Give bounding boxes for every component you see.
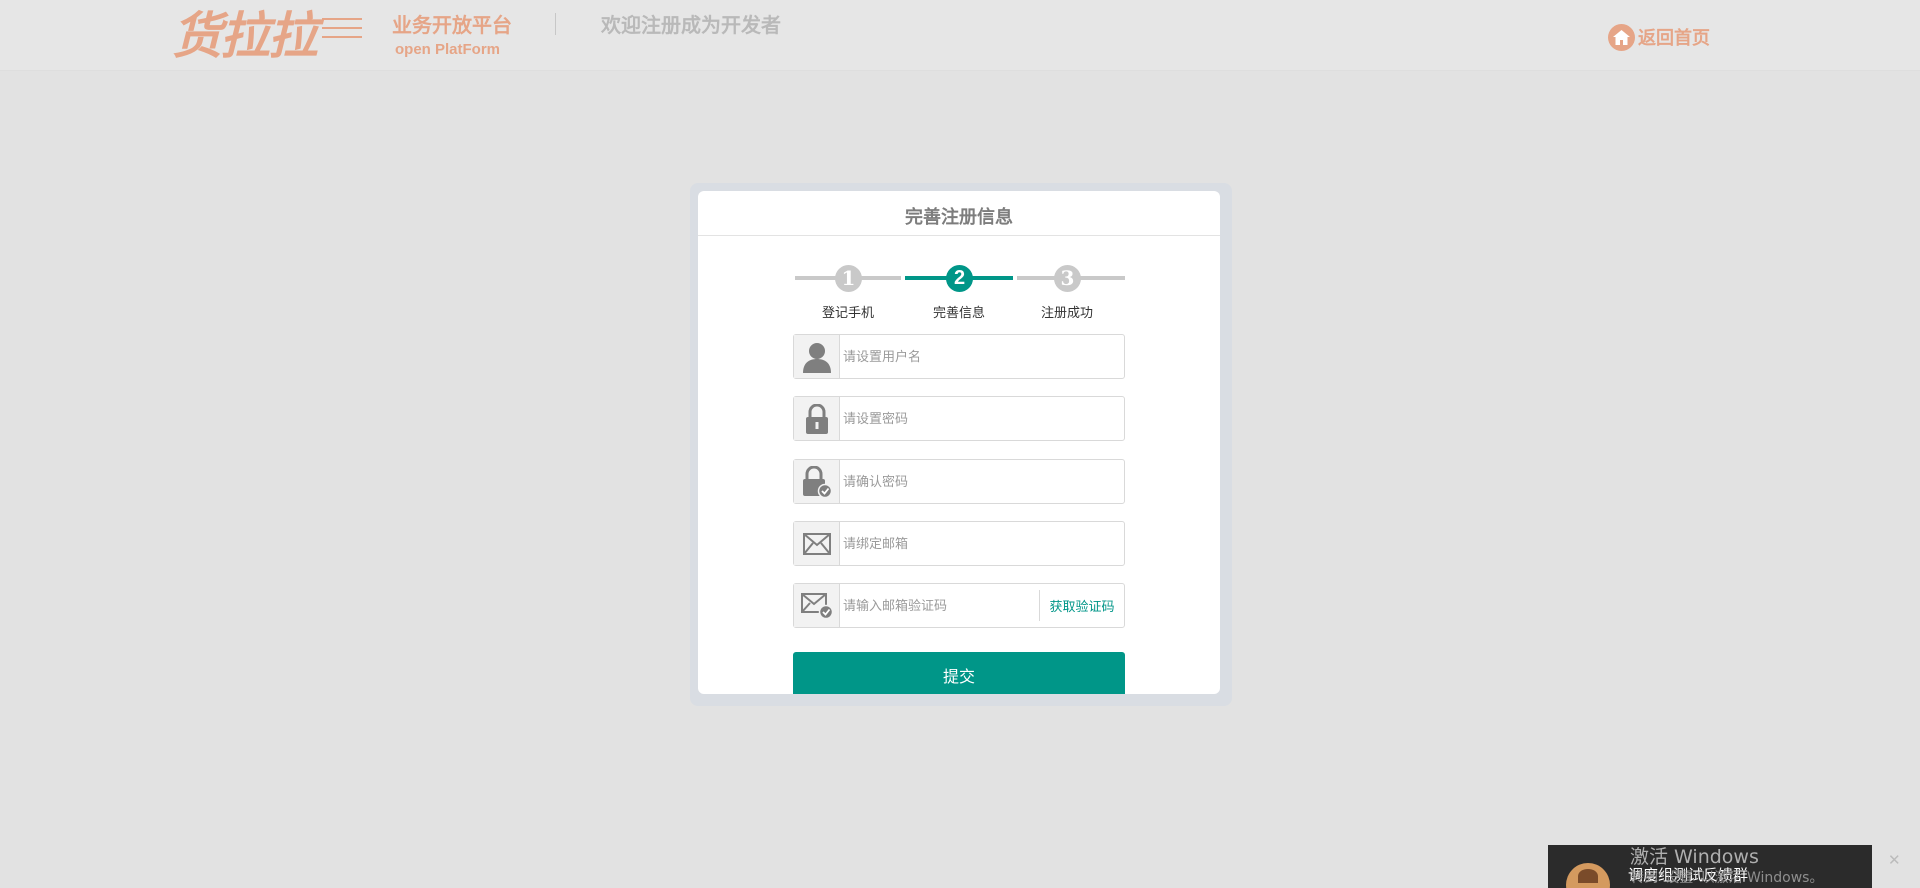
step-3-circle: 3 (1054, 265, 1081, 292)
platform-subtitle: open PlatForm (395, 41, 501, 58)
step-1-circle: 1 (835, 265, 862, 292)
email-field (793, 521, 1125, 566)
step-2-label: 完善信息 (932, 305, 985, 320)
lock-check-icon (794, 460, 840, 503)
mail-check-icon (794, 584, 840, 627)
step-progress: 1 2 3 登记手机 完善信息 注册成功 (795, 261, 1125, 321)
email-input[interactable] (840, 522, 1124, 565)
card-title: 完善注册信息 (698, 191, 1220, 236)
register-card: 完善注册信息 1 2 3 登记手机 完善信息 注册成功 请设置用户名 请绑定邮箱… (698, 191, 1220, 694)
mail-icon (794, 522, 840, 565)
step-1-label: 登记手机 (821, 305, 874, 320)
welcome-text: 欢迎注册成为开发者 (601, 15, 781, 37)
username-field (793, 334, 1125, 379)
password-field (793, 396, 1125, 441)
close-icon[interactable]: ✕ (1888, 851, 1901, 869)
back-home-label: 返回首页 (1638, 28, 1710, 48)
user-icon (794, 335, 840, 378)
top-header: 货拉拉 业务开放平台 open PlatForm 欢迎注册成为开发者 返回首页 (0, 0, 1920, 71)
header-divider (555, 13, 556, 35)
step-2-circle: 2 (946, 265, 973, 292)
submit-button[interactable]: 提交 (793, 652, 1125, 694)
confirm-password-input[interactable] (840, 460, 1124, 503)
activation-watermark-title: 激活 Windows (1630, 846, 1759, 868)
get-code-button[interactable]: 获取验证码 (1039, 590, 1124, 621)
back-home-link[interactable]: 返回首页 (1608, 23, 1710, 51)
password-input[interactable] (840, 397, 1124, 440)
activation-watermark-sub: 转到“设置”以激活 Windows。 (1630, 870, 1824, 886)
brand-logo[interactable]: 货拉拉 (172, 6, 318, 66)
email-code-input[interactable] (840, 584, 1039, 627)
logo-speed-lines (322, 18, 362, 58)
lock-icon (794, 397, 840, 440)
confirm-password-field (793, 459, 1125, 504)
platform-title: 业务开放平台 (392, 15, 512, 37)
group-avatar (1566, 863, 1610, 888)
home-icon (1608, 23, 1635, 51)
email-code-field: 获取验证码 (793, 583, 1125, 628)
register-card-frame: 完善注册信息 1 2 3 登记手机 完善信息 注册成功 请设置用户名 请绑定邮箱… (690, 183, 1232, 706)
username-input[interactable] (840, 335, 1124, 378)
step-3-label: 注册成功 (1040, 305, 1093, 320)
